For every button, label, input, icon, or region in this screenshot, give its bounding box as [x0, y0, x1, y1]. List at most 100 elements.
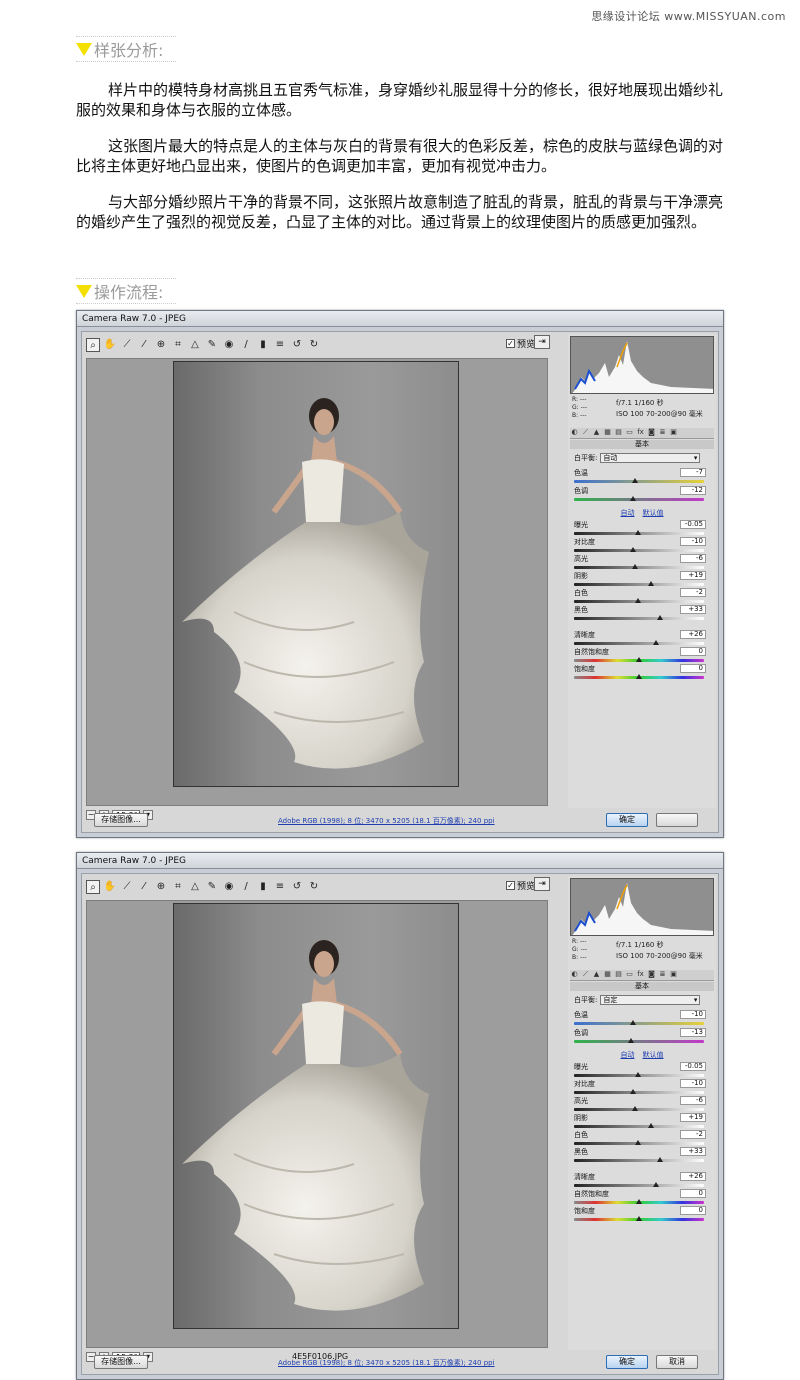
cancel-button[interactable] [656, 813, 698, 827]
tab-detail-icon[interactable]: ▲ [592, 970, 601, 979]
target-adjust-icon[interactable]: ⊕ [154, 338, 168, 352]
slider-knob[interactable] [632, 1106, 639, 1111]
color-sampler-icon[interactable]: ⁄ [137, 880, 151, 894]
slider-track[interactable] [574, 480, 704, 483]
slider-value[interactable]: -6 [680, 554, 706, 563]
slider-value[interactable]: -6 [680, 1096, 706, 1105]
slider[interactable]: 色温 -7 [574, 468, 710, 486]
tab-lens-icon[interactable]: ▭ [625, 428, 634, 437]
preferences-icon[interactable]: ≡ [273, 880, 287, 894]
slider-value[interactable]: -12 [680, 486, 706, 495]
slider-value[interactable]: -7 [680, 468, 706, 477]
slider-value[interactable]: +19 [680, 571, 706, 580]
slider-track[interactable] [574, 1040, 704, 1043]
slider-knob[interactable] [629, 496, 636, 501]
slider-knob[interactable] [656, 615, 663, 620]
adjustment-brush-icon[interactable]: / [239, 880, 253, 894]
slider[interactable]: 白色 -2 [574, 588, 710, 606]
tab-camera-calibration-icon[interactable]: ◙ [647, 970, 656, 979]
slider[interactable]: 清晰度 +26 [574, 1172, 710, 1190]
slider-knob[interactable] [652, 1182, 659, 1187]
slider[interactable]: 曝光 -0.05 [574, 520, 710, 538]
fullscreen-icon[interactable]: ⇥ [534, 877, 550, 891]
slider-track[interactable] [574, 1091, 704, 1094]
slider-value[interactable]: 0 [680, 1206, 706, 1215]
slider-track[interactable] [574, 566, 704, 569]
slider-value[interactable]: 0 [680, 1189, 706, 1198]
spot-removal-icon[interactable]: ✎ [205, 338, 219, 352]
zoom-icon[interactable]: ⌕ [86, 338, 100, 352]
slider[interactable]: 自然饱和度 0 [574, 647, 710, 665]
tab-effects-icon[interactable]: fx [636, 428, 645, 437]
color-sampler-icon[interactable]: ⁄ [137, 338, 151, 352]
red-eye-icon[interactable]: ◉ [222, 338, 236, 352]
hand-icon[interactable]: ✋ [103, 338, 117, 352]
workflow-options-link[interactable]: Adobe RGB (1998); 8 位; 3470 x 5205 (18.1… [278, 1358, 495, 1368]
slider-value[interactable]: 0 [680, 647, 706, 656]
cancel-button[interactable]: 取消 [656, 1355, 698, 1369]
preview-checkbox[interactable]: ✓ 预览 [506, 879, 535, 892]
white-balance-icon[interactable]: ⟋ [120, 338, 134, 352]
slider-knob[interactable] [634, 530, 641, 535]
hand-icon[interactable]: ✋ [103, 880, 117, 894]
slider[interactable]: 自然饱和度 0 [574, 1189, 710, 1207]
auto-link[interactable]: 自动 [621, 509, 635, 517]
slider[interactable]: 黑色 +33 [574, 605, 710, 623]
crop-icon[interactable]: ⌗ [171, 338, 185, 352]
default-link[interactable]: 默认值 [643, 509, 664, 517]
slider-knob[interactable] [629, 1089, 636, 1094]
slider-track[interactable] [574, 1125, 704, 1128]
slider-knob[interactable] [634, 1072, 641, 1077]
slider[interactable]: 白色 -2 [574, 1130, 710, 1148]
slider[interactable]: 黑色 +33 [574, 1147, 710, 1165]
tab-hsl-icon[interactable]: ▦ [603, 428, 612, 437]
fullscreen-icon[interactable]: ⇥ [534, 335, 550, 349]
slider[interactable]: 色调 -12 [574, 486, 710, 504]
slider-knob[interactable] [647, 1123, 654, 1128]
checkbox-checked-icon[interactable]: ✓ [506, 339, 515, 348]
tab-snapshots-icon[interactable]: ▣ [669, 428, 678, 437]
slider-value[interactable]: -0.05 [680, 520, 706, 529]
white-balance-select[interactable]: 自定 [600, 995, 701, 1005]
white-balance-select[interactable]: 自动 [600, 453, 701, 463]
slider-knob[interactable] [636, 674, 642, 679]
tab-snapshots-icon[interactable]: ▣ [669, 970, 678, 979]
slider-value[interactable]: 0 [680, 664, 706, 673]
white-balance-icon[interactable]: ⟋ [120, 880, 134, 894]
slider-knob[interactable] [628, 1038, 635, 1043]
tab-hsl-icon[interactable]: ▦ [603, 970, 612, 979]
preferences-icon[interactable]: ≡ [273, 338, 287, 352]
slider-knob[interactable] [632, 564, 639, 569]
slider[interactable]: 色调 -13 [574, 1028, 710, 1046]
crop-icon[interactable]: ⌗ [171, 880, 185, 894]
tab-effects-icon[interactable]: fx [636, 970, 645, 979]
slider-value[interactable]: -13 [680, 1028, 706, 1037]
slider[interactable]: 清晰度 +26 [574, 630, 710, 648]
save-image-button[interactable]: 存储图像... [94, 813, 148, 827]
checkbox-checked-icon[interactable]: ✓ [506, 881, 515, 890]
ok-button[interactable]: 确定 [606, 813, 648, 827]
slider-track[interactable] [574, 1022, 704, 1025]
slider-track[interactable] [574, 642, 704, 645]
slider-value[interactable]: +26 [680, 630, 706, 639]
slider[interactable]: 阴影 +19 [574, 1113, 710, 1131]
ok-button[interactable]: 确定 [606, 1355, 648, 1369]
slider-knob[interactable] [629, 1020, 636, 1025]
slider[interactable]: 曝光 -0.05 [574, 1062, 710, 1080]
adjustment-brush-icon[interactable]: / [239, 338, 253, 352]
tab-presets-icon[interactable]: ≣ [658, 970, 667, 979]
straighten-icon[interactable]: △ [188, 338, 202, 352]
slider-knob[interactable] [634, 598, 641, 603]
tab-detail-icon[interactable]: ▲ [592, 428, 601, 437]
slider-knob[interactable] [636, 1216, 642, 1221]
default-link[interactable]: 默认值 [643, 1051, 664, 1059]
tab-split-toning-icon[interactable]: ▤ [614, 428, 623, 437]
slider-value[interactable]: -2 [680, 588, 706, 597]
tab-lens-icon[interactable]: ▭ [625, 970, 634, 979]
slider-track[interactable] [574, 1184, 704, 1187]
auto-link[interactable]: 自动 [621, 1051, 635, 1059]
slider-value[interactable]: +33 [680, 1147, 706, 1156]
target-adjust-icon[interactable]: ⊕ [154, 880, 168, 894]
slider[interactable]: 高光 -6 [574, 554, 710, 572]
preview-checkbox[interactable]: ✓ 预览 [506, 337, 535, 350]
